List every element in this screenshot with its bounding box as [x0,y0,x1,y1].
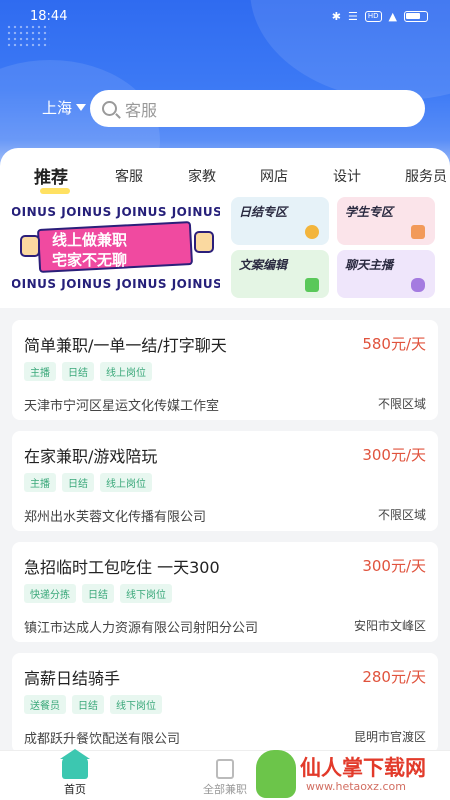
banner-marquee-top: JOINUS JOINUS JOINUS JOINUS [12,205,220,219]
job-tag: 快递分拣 [24,584,76,603]
job-title: 急招临时工包吃住 一天300 [24,558,220,577]
certificate-icon [411,225,425,239]
job-tags: 快递分拣 日结 线下岗位 [24,584,172,603]
watermark-text: 仙人掌下载网 [300,756,426,780]
nav-home[interactable]: 首页 [30,749,120,797]
thumbs-up-icon [20,235,40,257]
trophy-icon [305,225,319,239]
job-tag: 日结 [72,695,104,714]
job-tag: 主播 [24,473,56,492]
nav-all-jobs-label: 全部兼职 [203,783,247,796]
city-selector[interactable]: 上海 [42,97,87,118]
wifi-icon: ☰ [348,9,358,23]
camera-icon [411,278,425,292]
cactus-logo-icon [256,750,296,798]
job-card[interactable]: 急招临时工包吃住 一天300 300元/天 快递分拣 日结 线下岗位 镇江市达成… [12,542,438,642]
job-pay: 300元/天 [362,557,426,575]
tab-recommend[interactable]: 推荐 [34,163,68,188]
hd-badge: HD [364,10,382,22]
job-pay: 300元/天 [362,446,426,464]
job-tags: 送餐员 日结 线下岗位 [24,695,162,714]
banner-marquee-bottom: JOINUS JOINUS JOINUS JOINUS [12,277,220,291]
job-tag: 线上岗位 [100,362,152,381]
document-icon [305,278,319,292]
job-company: 天津市宁河区星运文化传媒工作室 [24,399,220,414]
job-company: 镇江市达成人力资源有限公司射阳分公司 [24,621,259,636]
job-company: 成都跃升餐饮配送有限公司 [24,732,181,747]
status-bar: 18:44 ✱ ☰ HD ▲ [0,0,450,32]
job-title: 在家兼职/游戏陪玩 [24,447,158,466]
tab-online-store[interactable]: 网店 [260,166,288,186]
job-tag: 线上岗位 [100,473,152,492]
job-title: 简单兼职/一单一结/打字聊天 [24,336,227,355]
job-company: 郑州出水芙蓉文化传播有限公司 [24,510,207,525]
battery-icon [404,10,428,22]
zone-daily-pay[interactable]: 日结专区 [231,197,329,245]
caret-down-icon [76,104,87,111]
search-bar[interactable]: 客服 [90,90,425,127]
nav-home-label: 首页 [64,783,86,796]
tab-customer-service[interactable]: 客服 [115,166,143,186]
job-tag: 日结 [62,473,94,492]
job-tag: 线下岗位 [110,695,162,714]
job-area: 不限区域 [377,397,426,411]
watermark: 仙人掌下载网 www.hetaoxz.com [248,744,450,800]
job-area: 安阳市文峰区 [353,619,426,633]
job-tags: 主播 日结 线上岗位 [24,362,152,381]
job-tags: 主播 日结 线上岗位 [24,473,152,492]
city-label: 上海 [42,99,73,117]
signal-icon: ▲ [388,9,397,23]
tab-design[interactable]: 设计 [333,166,361,186]
tab-waiter[interactable]: 服务员 [405,166,447,186]
search-placeholder: 客服 [125,100,158,120]
job-pay: 280元/天 [362,668,426,686]
banner-line-1: 线上做兼职 [52,231,128,249]
zone-label: 日结专区 [239,205,288,219]
job-card[interactable]: 高薪日结骑手 280元/天 送餐员 日结 线下岗位 成都跃升餐饮配送有限公司 昆… [12,653,438,753]
job-tag: 送餐员 [24,695,66,714]
job-tag: 日结 [62,362,94,381]
job-title: 高薪日结骑手 [24,669,121,688]
watermark-url: www.hetaoxz.com [306,780,406,793]
thumbs-up-icon [194,231,214,253]
zone-label: 学生专区 [345,205,394,219]
job-tag: 日结 [82,584,114,603]
job-card[interactable]: 简单兼职/一单一结/打字聊天 580元/天 主播 日结 线上岗位 天津市宁河区星… [12,320,438,420]
status-time: 18:44 [30,8,68,24]
document-icon [216,759,234,779]
zone-label: 文案编辑 [239,258,288,272]
bluetooth-icon: ✱ [331,9,341,23]
tab-tutoring[interactable]: 家教 [188,166,216,186]
status-icons: ✱ ☰ HD ▲ [332,10,428,23]
zone-students[interactable]: 学生专区 [337,197,435,245]
job-area: 昆明市官渡区 [353,730,426,744]
banner-line-2: 宅家不无聊 [52,251,128,269]
job-area: 不限区域 [377,508,426,522]
job-card[interactable]: 在家兼职/游戏陪玩 300元/天 主播 日结 线上岗位 郑州出水芙蓉文化传播有限… [12,431,438,531]
job-tag: 主播 [24,362,56,381]
zone-copywriting[interactable]: 文案编辑 [231,250,329,298]
zone-label: 聊天主播 [345,258,394,272]
zone-chat-host[interactable]: 聊天主播 [337,250,435,298]
job-tag: 线下岗位 [120,584,172,603]
active-tab-indicator [40,188,70,194]
job-pay: 580元/天 [362,335,426,353]
promo-banner[interactable]: JOINUS JOINUS JOINUS JOINUS 线上做兼职 宅家不无聊 … [12,195,220,298]
home-icon [60,749,90,779]
search-icon [102,101,117,116]
